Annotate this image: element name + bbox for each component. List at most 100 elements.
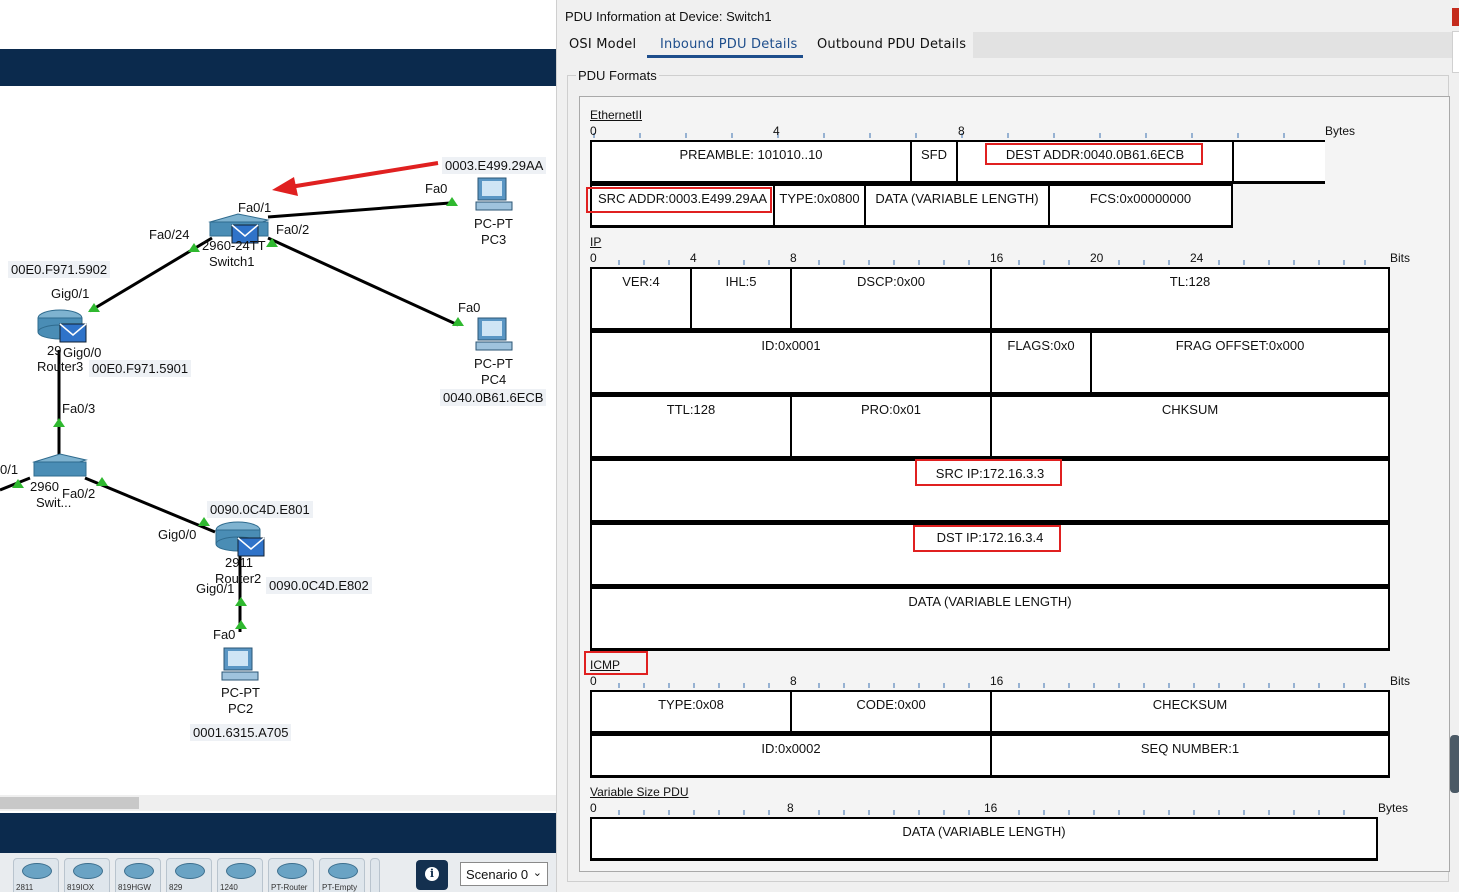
topology-workspace[interactable]: 0003.E499.29AA Fa0 PC-PT PC3 Fa0/1 Fa0/2…	[0, 0, 557, 892]
field-frag-offset[interactable]: FRAG OFFSET:0x000	[1090, 331, 1390, 395]
router-icon	[124, 863, 154, 879]
device-name-switch2[interactable]: Swit...	[36, 495, 71, 510]
ruler-tick: 8	[790, 674, 797, 688]
mac-label-router2-g01: 0090.0C4D.E802	[266, 577, 372, 594]
port-label: Fa0/24	[149, 227, 190, 242]
highlight-dst-ip	[913, 525, 1061, 552]
port-label: Fa0	[458, 300, 481, 315]
tray-device-pt-router[interactable]: PT-Router	[268, 858, 314, 892]
tray-device-819hgw[interactable]: 819HGW	[115, 858, 161, 892]
workspace-horizontal-scrollbar[interactable]	[0, 795, 557, 811]
ruler-tick: 16	[984, 801, 998, 815]
ruler-tick: 8	[790, 251, 797, 265]
pdu-information-dialog: PDU Information at Device: Switch1 OSI M…	[556, 0, 1459, 892]
ruler-tick: 4	[773, 124, 780, 138]
router-icon	[226, 863, 256, 879]
field-fcs[interactable]: FCS:0x00000000	[1048, 184, 1233, 228]
router-icon	[73, 863, 103, 879]
field-type[interactable]: TYPE:0x0800	[773, 184, 866, 228]
field-icmp-seq[interactable]: SEQ NUMBER:1	[990, 734, 1390, 778]
field-ihl[interactable]: IHL:5	[690, 267, 792, 331]
field-chksum[interactable]: CHKSUM	[990, 395, 1390, 459]
port-label: Gig0/1	[51, 286, 90, 301]
field-preamble[interactable]: PREAMBLE: 101010..10	[590, 140, 912, 184]
highlight-src-addr	[586, 187, 772, 213]
highlight-dest-addr	[985, 143, 1203, 165]
device-name-switch1[interactable]: Switch1	[209, 254, 255, 269]
mac-label-pc4: 0040.0B61.6ECB	[440, 389, 547, 406]
mac-label-router-g00: 00E0.F971.5901	[89, 360, 192, 377]
field-tl[interactable]: TL:128	[990, 267, 1390, 331]
tray-device-2811[interactable]: 2811	[13, 858, 59, 892]
device-name-pc2[interactable]: PC2	[228, 701, 253, 716]
device-model-label: 2960	[30, 479, 59, 494]
field-data[interactable]: DATA (VARIABLE LENGTH)	[864, 184, 1050, 228]
resize-grip[interactable]	[1450, 735, 1459, 793]
field-ver[interactable]: VER:4	[590, 267, 692, 331]
device-name-pc4[interactable]: PC4	[481, 372, 506, 387]
port-label: Fa0/2	[276, 222, 310, 237]
ruler-unit: Bytes	[1378, 801, 1409, 815]
scenario-select[interactable]: Scenario 0 ⌄	[460, 862, 548, 886]
mac-label-pc2: 0001.6315.A705	[190, 724, 292, 741]
device-name-pc3[interactable]: PC3	[481, 232, 506, 247]
highlight-src-ip	[915, 459, 1062, 486]
ruler-tick: 0	[590, 801, 597, 815]
device-model-label: 29	[47, 343, 62, 358]
info-button[interactable]: i	[416, 860, 448, 890]
ruler-tick: 20	[1090, 251, 1104, 265]
ruler-tick: 0	[590, 674, 597, 688]
router-icon	[175, 863, 205, 879]
field-icmp-code[interactable]: CODE:0x00	[790, 690, 992, 734]
device-type-label: PC-PT	[221, 685, 260, 700]
ruler-unit: Bytes	[1325, 124, 1356, 138]
field-sfd[interactable]: SFD	[910, 140, 958, 184]
field-ttl[interactable]: TTL:128	[590, 395, 792, 459]
mac-label-router-g01: 00E0.F971.5902	[8, 261, 111, 278]
router-icon	[328, 863, 358, 879]
highlight-icmp	[584, 651, 648, 675]
ruler-tick: 0	[590, 124, 597, 138]
device-model-label: 2911	[225, 555, 253, 570]
ruler-unit: Bits	[1390, 251, 1411, 265]
port-label: Gig0/0	[158, 527, 197, 542]
mac-label-pc3: 0003.E499.29AA	[442, 157, 547, 174]
section-ethernet: EthernetII	[590, 108, 643, 122]
port-label: Fa0	[213, 627, 236, 642]
field-icmp-id[interactable]: ID:0x0002	[590, 734, 992, 778]
tray-device-pt-empty[interactable]: PT-Empty	[319, 858, 365, 892]
port-label: Gig0/0	[63, 345, 102, 360]
tray-device-partial[interactable]	[370, 858, 380, 892]
field-id[interactable]: ID:0x0001	[590, 331, 992, 395]
mac-label-router2-g00: 0090.0C4D.E801	[207, 501, 313, 518]
field-dest-addr-cont[interactable]	[1232, 140, 1325, 184]
info-icon: i	[425, 867, 439, 881]
router-icon	[22, 863, 52, 879]
chevron-down-icon: ⌄	[532, 867, 542, 879]
section-variable-pdu: Variable Size PDU	[590, 785, 689, 799]
tray-device-819iox[interactable]: 819IOX	[64, 858, 110, 892]
field-ip-data[interactable]: DATA (VARIABLE LENGTH)	[590, 587, 1390, 651]
ruler-tick: 8	[787, 801, 794, 815]
device-name-router3[interactable]: Router3	[37, 359, 83, 374]
device-type-label: PC-PT	[474, 356, 513, 371]
ruler-tick: 8	[958, 124, 965, 138]
tray-device-829[interactable]: 829	[166, 858, 212, 892]
port-label: Fa0/3	[62, 401, 96, 416]
device-type-label: PC-PT	[474, 216, 513, 231]
port-label: Fa0	[425, 181, 448, 196]
ruler-tick: 24	[1190, 251, 1204, 265]
router-icon	[277, 863, 307, 879]
field-dscp[interactable]: DSCP:0x00	[790, 267, 992, 331]
field-icmp-type[interactable]: TYPE:0x08	[590, 690, 792, 734]
ruler-tick: 16	[990, 251, 1004, 265]
tray-device-1240[interactable]: 1240	[217, 858, 263, 892]
field-protocol[interactable]: PRO:0x01	[790, 395, 992, 459]
field-icmp-checksum[interactable]: CHECKSUM	[990, 690, 1390, 734]
field-variable-data[interactable]: DATA (VARIABLE LENGTH)	[590, 817, 1378, 861]
device-model-label: 2960-24TT	[202, 238, 266, 253]
ruler-tick: 0	[590, 251, 597, 265]
field-flags[interactable]: FLAGS:0x0	[990, 331, 1092, 395]
port-label: Fa0/1	[238, 200, 272, 215]
scrollbar-thumb[interactable]	[0, 797, 139, 809]
